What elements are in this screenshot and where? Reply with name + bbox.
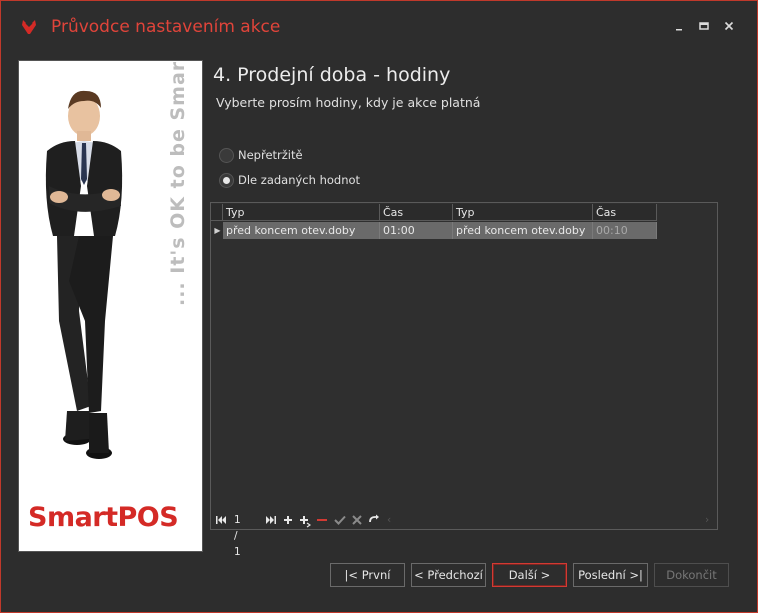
maximize-icon[interactable]: [694, 16, 714, 36]
slogan-text: ... It's OK to be Smart: [167, 60, 189, 306]
side-banner: ... It's OK to be Smart SmartPOS: [18, 60, 203, 552]
add-icon[interactable]: [283, 512, 293, 533]
app-logo-icon: [22, 20, 36, 34]
grid-header-indicator: [211, 204, 223, 221]
grid-header-time-2[interactable]: Čas: [593, 204, 657, 221]
close-icon[interactable]: [719, 16, 739, 36]
title-bar: Průvodce nastavením akce: [1, 1, 757, 47]
previous-button[interactable]: < Předchozí: [411, 563, 486, 587]
radio-continuous[interactable]: [219, 148, 234, 163]
table-cell[interactable]: 00:10: [593, 222, 657, 239]
row-indicator-icon: ▶: [214, 226, 221, 235]
grid-header-type-2[interactable]: Typ: [453, 204, 593, 221]
scroll-left-icon[interactable]: ‹: [387, 512, 391, 528]
record-info: 1 / 1: [234, 514, 241, 558]
first-button[interactable]: |< První: [330, 563, 405, 587]
grid-header-type-1[interactable]: Typ: [223, 204, 380, 221]
wizard-window: Průvodce nastavením akce ... It's OK to …: [0, 0, 758, 613]
radio-by-values-label[interactable]: Dle zadaných hodnot: [238, 173, 360, 187]
table-cell[interactable]: před koncem otev.doby: [453, 222, 593, 239]
radio-by-values[interactable]: [219, 173, 234, 188]
smartpos-logo: SmartPOS: [28, 502, 179, 533]
insert-icon[interactable]: [299, 512, 312, 533]
first-record-icon[interactable]: [215, 512, 227, 533]
last-button[interactable]: Poslední >|: [573, 563, 648, 587]
table-cell[interactable]: 01:00: [380, 222, 453, 239]
confirm-icon[interactable]: [334, 512, 346, 533]
grid-header-time-1[interactable]: Čas: [380, 204, 453, 221]
next-button[interactable]: Další >: [492, 563, 567, 587]
hours-grid[interactable]: Typ Čas Typ Čas ▶ před koncem otev.doby …: [210, 202, 718, 558]
window-title: Průvodce nastavením akce: [51, 17, 281, 37]
table-cell[interactable]: před koncem otev.doby: [223, 222, 380, 239]
finish-button[interactable]: Dokončit: [654, 563, 729, 587]
minimize-icon[interactable]: [669, 16, 689, 36]
last-record-icon[interactable]: [265, 512, 277, 533]
step-subtitle: Vyberte prosím hodiny, kdy je akce platn…: [216, 95, 481, 110]
radio-continuous-label[interactable]: Nepřetržitě: [238, 148, 303, 162]
refresh-icon[interactable]: [368, 512, 380, 533]
step-title: 4. Prodejní doba - hodiny: [213, 64, 451, 86]
delete-icon[interactable]: [316, 512, 328, 533]
cancel-icon[interactable]: [351, 512, 363, 533]
scroll-right-icon[interactable]: ›: [705, 512, 709, 528]
